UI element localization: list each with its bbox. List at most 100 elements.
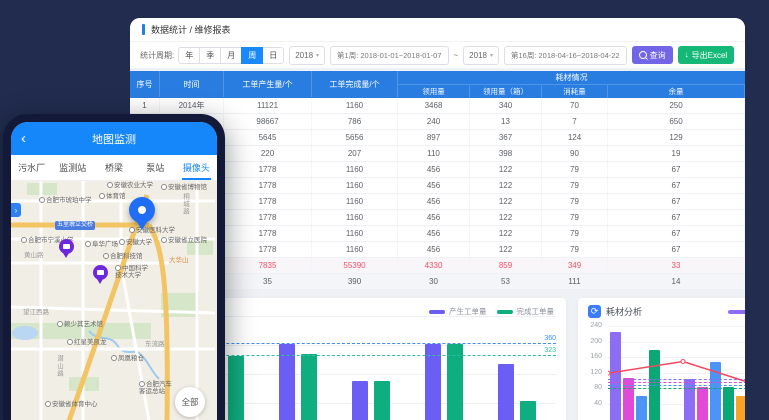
period-segmented-control: 年季月周日 (179, 47, 284, 64)
table-cell: 220 (224, 146, 312, 161)
table-cell: 98667 (224, 114, 312, 129)
table-cell: 859 (470, 258, 542, 273)
table-cell: 398 (470, 146, 542, 161)
period-option-日[interactable]: 日 (262, 47, 284, 64)
table-row: 12014年111211160346834070250 (130, 98, 745, 114)
bar-产生工单量[interactable] (498, 364, 514, 420)
year-from-select[interactable]: 2018 ▾ (289, 46, 325, 65)
year-to-select[interactable]: 2018 ▾ (463, 46, 499, 65)
map-label: 东流路 (145, 341, 165, 348)
query-button[interactable]: 查询 (632, 46, 673, 64)
table-cell: 67 (608, 178, 745, 193)
table-cell: 456 (398, 226, 470, 241)
phone-title: 地图监测 (92, 131, 136, 147)
table-cell: 1160 (312, 162, 398, 177)
map-label: 安徽农业大学 (107, 182, 153, 189)
bar-产生工单量[interactable] (352, 381, 368, 420)
camera-pin[interactable] (93, 265, 108, 280)
map-label: 红星美凯龙 (67, 339, 107, 346)
table-cell: 456 (398, 178, 470, 193)
chart2-header: ⟳ 耗材分析 (588, 305, 642, 318)
table-cell: 240 (398, 114, 470, 129)
map-label: 望江西路 (23, 309, 49, 316)
reference-label: 360 (544, 335, 556, 342)
table-subcolumn-header: 消耗量 (542, 85, 608, 98)
chevron-down-icon: ▾ (316, 52, 319, 59)
table-cell: 1160 (312, 194, 398, 209)
reference-label: 323 (544, 347, 556, 354)
table-cell: 5645 (224, 130, 312, 145)
week-from-input[interactable]: 第1周: 2018-01-01~2018-01-07 (330, 46, 448, 65)
table-subcolumn-header: 领用量（箱） (470, 85, 542, 98)
period-option-周[interactable]: 周 (241, 47, 263, 64)
bar-完成工单量[interactable] (228, 356, 244, 420)
table-cell: 124 (542, 130, 608, 145)
table-cell: 1160 (312, 178, 398, 193)
phone-tab-监测站[interactable]: 监测站 (52, 155, 93, 180)
map-label: 凤凰粮仓 (111, 355, 144, 362)
table-cell: 1160 (312, 210, 398, 225)
selected-camera-pin[interactable] (129, 197, 155, 223)
export-excel-button[interactable]: ↓ 导出Excel (678, 46, 735, 64)
table-cell: 349 (542, 258, 608, 273)
period-option-年[interactable]: 年 (178, 47, 200, 64)
table-cell: 3468 (398, 98, 470, 113)
period-option-季[interactable]: 季 (199, 47, 221, 64)
table-cell: 79 (542, 178, 608, 193)
consumable-bar-chart[interactable] (608, 326, 745, 420)
map-label: 黄山路 (24, 252, 44, 259)
phone-tab-泵站[interactable]: 泵站 (135, 155, 176, 180)
breadcrumb: 数据统计 / 维修报表 (151, 23, 231, 36)
table-column-header: 时间 (160, 71, 224, 97)
table-cell: 5656 (312, 130, 398, 145)
map-label: 桐城路 (181, 193, 188, 216)
table-cell: 1 (130, 98, 160, 113)
table-cell: 1778 (224, 226, 312, 241)
breadcrumb-accent (142, 24, 145, 35)
bar-完成工单量[interactable] (301, 354, 317, 420)
week-to-input[interactable]: 第16周: 2018-04-16~2018-04-22 (504, 46, 627, 65)
table-subcolumn-header: 余量 (608, 85, 745, 98)
table-cell: 30 (398, 274, 470, 289)
table-cell: 897 (398, 130, 470, 145)
camera-pin[interactable] (59, 239, 74, 254)
refresh-icon: ⟳ (588, 305, 601, 318)
table-cell: 1778 (224, 178, 312, 193)
table-cell: 786 (312, 114, 398, 129)
phone-tab-桥梁[interactable]: 桥梁 (93, 155, 134, 180)
table-cell: 53 (470, 274, 542, 289)
show-all-button[interactable]: 全部 (175, 387, 205, 417)
bar-完成工单量[interactable] (374, 381, 390, 420)
map-label: 阜华广场 (85, 241, 118, 248)
page-background: 数据统计 / 维修报表 统计周期: 年季月周日 2018 ▾ 第1周: 2018… (0, 0, 769, 420)
table-cell: 122 (470, 194, 542, 209)
table-cell: 19 (608, 146, 745, 161)
map-label: 安徽省体育中心 (45, 401, 98, 408)
map-label: 中国科学技术大学 (115, 265, 151, 280)
period-option-月[interactable]: 月 (220, 47, 242, 64)
table-cell: 11121 (224, 98, 312, 113)
table-cell: 7 (542, 114, 608, 129)
phone-header: ‹ 地图监测 (11, 122, 217, 155)
map-label: 赖少其艺术馆 (57, 321, 103, 328)
y-tick-label: 40 (578, 400, 602, 407)
chevron-down-icon: ▾ (490, 52, 493, 59)
table-column-header: 序号 (130, 71, 160, 97)
table-cell: 67 (608, 210, 745, 225)
table-cell: 1160 (312, 242, 398, 257)
table-cell: 14 (608, 274, 745, 289)
map-label: 安徽省博物馆 (161, 184, 207, 191)
bar-完成工单量[interactable] (520, 401, 536, 420)
table-cell: 110 (398, 146, 470, 161)
table-cell: 390 (312, 274, 398, 289)
phone-tab-摄像头[interactable]: 摄像头 (176, 155, 217, 180)
map-label: 安徽大学 (119, 239, 152, 246)
y-tick-label: 240 (578, 322, 602, 329)
period-label: 统计周期: (140, 50, 174, 61)
back-icon[interactable]: ‹ (21, 131, 26, 146)
phone-tab-污水厂[interactable]: 污水厂 (11, 155, 52, 180)
map-view[interactable]: › 全部 合肥市琥珀中学安徽农业大学体育馆安徽省博物馆五里墩立交桥合肥市宁溪小学… (11, 181, 217, 420)
y-tick-label: 200 (578, 338, 602, 345)
table-cell: 111 (542, 274, 608, 289)
map-expander-button[interactable]: › (11, 203, 21, 217)
